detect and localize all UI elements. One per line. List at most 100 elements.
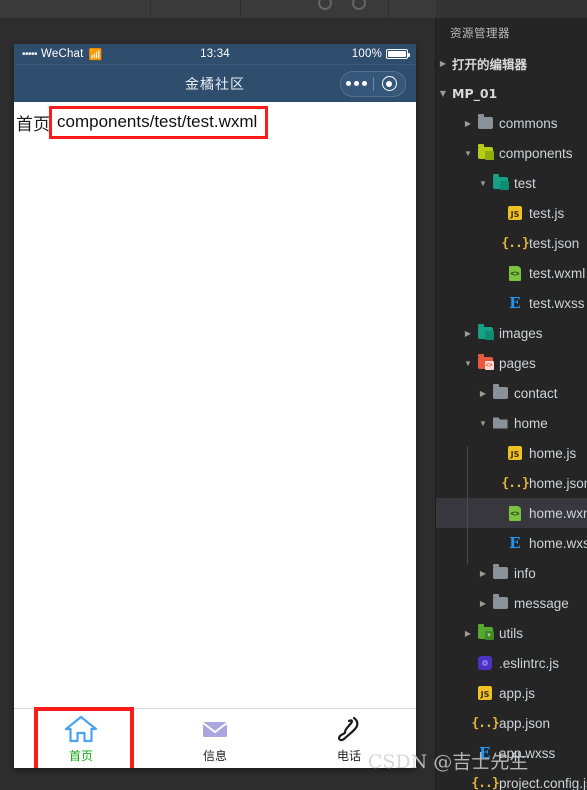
- tree-file-row[interactable]: Ǝtest.wxss: [436, 288, 587, 318]
- tree-folder-row[interactable]: ▶ images: [436, 318, 587, 348]
- explorer-sidebar: 资源管理器 ▶ 打开的编辑器 ▼ MP_01 ▶ commons ▼ components ▼ t…: [436, 0, 587, 790]
- chevron-right-icon[interactable]: ▶: [461, 119, 475, 128]
- chevron-down-icon[interactable]: ▼: [461, 359, 475, 368]
- status-battery: 100%: [351, 48, 410, 60]
- tree-item-label: app.wxss: [499, 745, 556, 761]
- tree-section-1[interactable]: ▼ MP_01: [436, 78, 587, 108]
- tree-file-row[interactable]: Ǝapp.wxss: [436, 738, 587, 768]
- tree-file-row[interactable]: {..} test.json: [436, 228, 587, 258]
- tree-file-row[interactable]: <>home.wxml: [436, 498, 587, 528]
- tree-item-label: home: [514, 415, 548, 431]
- tree-section-label: 打开的编辑器: [452, 56, 528, 72]
- chevron-down-icon[interactable]: ▼: [461, 149, 475, 158]
- folder-lgreen-icon: +: [475, 624, 495, 640]
- page-title: 金橘社区: [185, 75, 245, 92]
- sidebar-topbar: [436, 0, 587, 18]
- wxss-icon: Ǝ: [509, 534, 521, 552]
- js-icon: JS: [505, 446, 525, 460]
- chevron-right-icon[interactable]: ▶: [436, 59, 450, 68]
- tree-section-0[interactable]: ▶ 打开的编辑器: [436, 48, 587, 78]
- tree-item-label: pages: [499, 355, 536, 371]
- battery-full-icon: [386, 49, 410, 59]
- folder-grey-icon: [490, 564, 510, 579]
- tab-item-home[interactable]: 首页: [14, 709, 148, 768]
- folder-orange-icon: <>: [475, 354, 495, 370]
- tree-file-row[interactable]: JS test.js: [436, 198, 587, 228]
- tree-item-label: home.json: [529, 475, 587, 491]
- tree-folder-row[interactable]: ▼ <> pages: [436, 348, 587, 378]
- tree-folder-row[interactable]: ▶ commons: [436, 108, 587, 138]
- tree-item-label: test.wxss: [529, 295, 585, 311]
- phone-tab-bar: 首页 信息 电话: [14, 707, 416, 768]
- tree-file-row[interactable]: {..} home.json: [436, 468, 587, 498]
- tree-file-row[interactable]: Ǝhome.wxss: [436, 528, 587, 558]
- wxml-icon: <>: [505, 505, 525, 521]
- toolbar-divider: [388, 0, 389, 18]
- chevron-right-icon[interactable]: ▶: [476, 569, 490, 578]
- wechat-capsule-button[interactable]: [340, 70, 406, 97]
- tree-file-row[interactable]: .eslintrc.js: [436, 648, 587, 678]
- tree-file-row[interactable]: JS home.js: [436, 438, 587, 468]
- target-circle-icon[interactable]: [373, 76, 405, 91]
- tree-item-label: test.wxml: [529, 265, 586, 281]
- wxss-icon: Ǝ: [509, 294, 521, 312]
- battery-percent-label: 100%: [351, 48, 382, 60]
- tree-folder-row[interactable]: ▼ test: [436, 168, 587, 198]
- folder-open-icon: [490, 417, 510, 429]
- phone-simulator: ••••• WeChat 📶 13:34 100% 金橘社区 首页 compon…: [14, 44, 416, 768]
- tree-item-label: app.js: [499, 685, 536, 701]
- tree-item-label: test.js: [529, 205, 565, 221]
- tree-folder-row[interactable]: ▶ contact: [436, 378, 587, 408]
- tree-file-row[interactable]: {..} app.json: [436, 708, 587, 738]
- folder-teal-icon: [475, 324, 495, 340]
- explorer-title: 资源管理器: [450, 26, 510, 40]
- tree-file-row[interactable]: {..}project.config.json: [436, 768, 587, 790]
- chevron-down-icon[interactable]: ▼: [476, 179, 490, 188]
- tree-folder-row[interactable]: ▼ home: [436, 408, 587, 438]
- simulator-panel: ••••• WeChat 📶 13:34 100% 金橘社区 首页 compon…: [0, 18, 435, 790]
- tree-folder-row[interactable]: ▶ + utils: [436, 618, 587, 648]
- folder-grey-icon: [490, 384, 510, 399]
- rendered-content-line: 首页 components/test/test.wxml: [14, 106, 269, 139]
- file-tree: ▶ 打开的编辑器 ▼ MP_01 ▶ commons ▼ components ▼ test JS t…: [436, 48, 587, 790]
- tree-item-label: .eslintrc.js: [499, 655, 560, 671]
- tab-label-home: 首页: [68, 748, 93, 763]
- json-icon: {..}: [501, 475, 529, 491]
- tree-folder-row[interactable]: ▼ components: [436, 138, 587, 168]
- app-window: ••••• WeChat 📶 13:34 100% 金橘社区 首页 compon…: [0, 0, 587, 790]
- tree-item-label: test: [514, 175, 536, 191]
- tree-item-label: images: [499, 325, 543, 341]
- js-icon: JS: [475, 686, 495, 700]
- tree-file-row[interactable]: JS app.js: [436, 678, 587, 708]
- tree-item-label: home.wxss: [529, 535, 587, 551]
- folder-grey-icon: [490, 594, 510, 609]
- phone-icon: [337, 716, 359, 741]
- more-dots-icon[interactable]: [341, 81, 373, 86]
- tree-file-row[interactable]: <> test.wxml: [436, 258, 587, 288]
- home-label-text: 首页: [16, 114, 50, 135]
- chevron-right-icon[interactable]: ▶: [476, 389, 490, 398]
- tab-item-message[interactable]: 信息: [148, 709, 282, 768]
- compile-icon[interactable]: [352, 0, 366, 10]
- chevron-down-icon[interactable]: ▼: [476, 419, 490, 428]
- phone-page-body: 首页 components/test/test.wxml 首页 信息 电话: [14, 102, 416, 768]
- envelope-icon: [202, 721, 228, 737]
- tree-item-label: home.wxml: [529, 505, 587, 521]
- refresh-icon[interactable]: [318, 0, 332, 10]
- json-icon: {..}: [471, 775, 499, 790]
- tree-item-label: app.json: [499, 715, 551, 731]
- tree-folder-row[interactable]: ▶ info: [436, 558, 587, 588]
- chevron-down-icon[interactable]: ▼: [436, 89, 450, 98]
- tree-item-label: message: [514, 595, 569, 611]
- eslint-icon: [475, 656, 495, 670]
- phone-nav-bar: 金橘社区: [14, 64, 416, 102]
- chevron-right-icon[interactable]: ▶: [476, 599, 490, 608]
- json-icon: {..}: [471, 715, 499, 731]
- tree-folder-row[interactable]: ▶ message: [436, 588, 587, 618]
- tree-item-label: info: [514, 565, 536, 581]
- chevron-right-icon[interactable]: ▶: [461, 329, 475, 338]
- chevron-right-icon[interactable]: ▶: [461, 629, 475, 638]
- tab-item-phone[interactable]: 电话: [282, 709, 416, 768]
- toolbar-divider: [240, 0, 241, 18]
- tree-item-label: contact: [514, 385, 558, 401]
